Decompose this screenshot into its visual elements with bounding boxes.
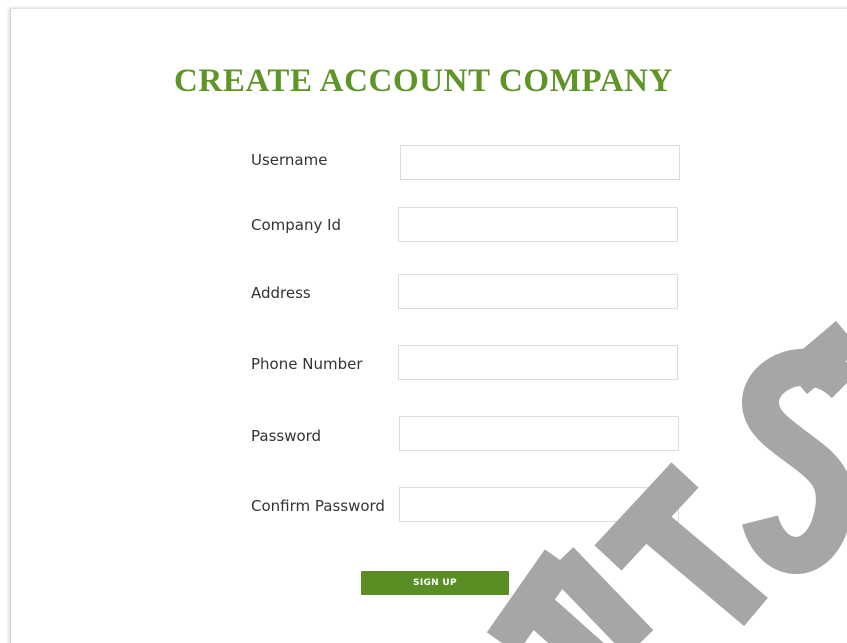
address-input[interactable] xyxy=(398,274,678,309)
phone-number-input[interactable] xyxy=(398,345,678,380)
page-title: CREATE ACCOUNT COMPANY xyxy=(173,63,674,99)
screen: CREATE ACCOUNT COMPANY Username Company … xyxy=(0,0,847,643)
password-label: Password xyxy=(251,427,322,445)
phone-number-label: Phone Number xyxy=(251,355,363,373)
confirm-password-label: Confirm Password xyxy=(251,497,385,515)
company-id-label: Company Id xyxy=(251,216,342,234)
confirm-password-input[interactable] xyxy=(399,487,679,522)
address-label: Address xyxy=(251,284,311,302)
username-label: Username xyxy=(251,151,328,169)
username-input[interactable] xyxy=(400,145,680,180)
company-id-input[interactable] xyxy=(398,207,678,242)
password-input[interactable] xyxy=(399,416,679,451)
form-card xyxy=(10,8,847,643)
sign-up-button[interactable]: SIGN UP xyxy=(361,571,509,595)
